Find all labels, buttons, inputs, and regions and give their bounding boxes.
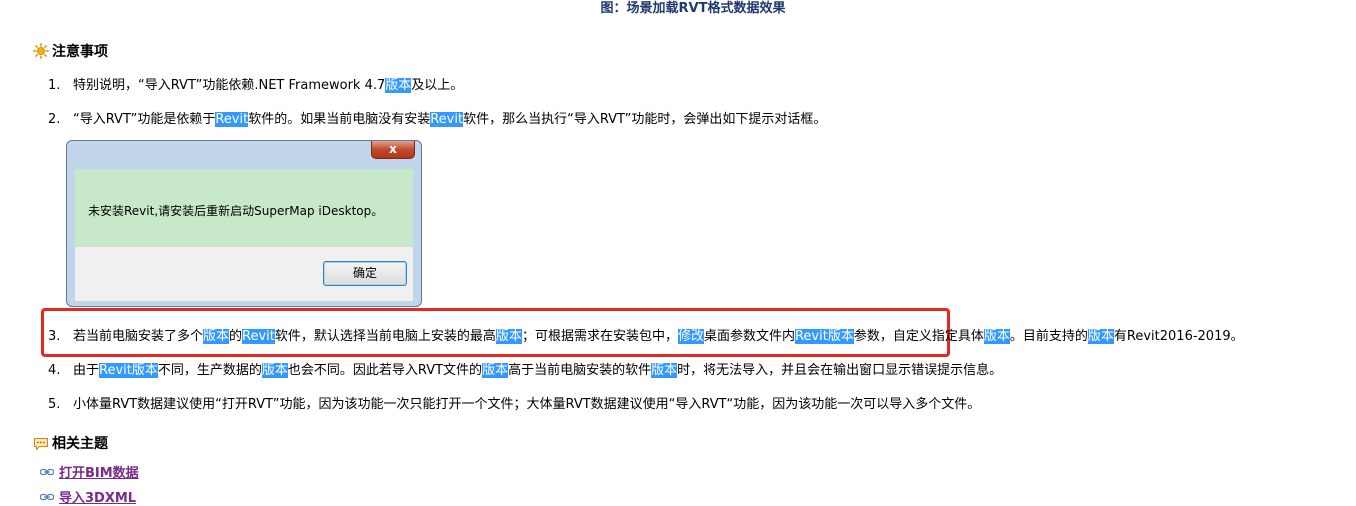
text-run: 有Revit2016-2019。 <box>1113 329 1244 344</box>
search-highlight: Revit <box>430 112 464 127</box>
search-highlight: 版本 <box>651 363 678 378</box>
text-run: 不同，生产数据的 <box>157 363 262 378</box>
text-run: ；可根据需求在安装包中， <box>521 329 678 344</box>
search-highlight: 版本 <box>203 329 230 344</box>
text-run: 软件，默认选择当前电脑上安装的最高 <box>274 329 496 344</box>
link-chain-icon <box>39 491 55 501</box>
text-run: 软件的。如果当前电脑没有安装 <box>248 112 431 127</box>
note-item-text: 由于Revit版本不同，生产数据的版本也会不同。因此若导入RVT文件的版本高于当… <box>73 363 1002 378</box>
notes-heading: 注意事项 <box>33 41 108 61</box>
note-item-text: 若当前电脑安装了多个版本的Revit软件，默认选择当前电脑上安装的最高版本；可根… <box>73 329 1244 344</box>
search-highlight: 版本 <box>1087 329 1114 344</box>
dialog-body: 未安装Revit,请安装后重新启动SuperMap iDesktop。 <box>75 169 413 247</box>
close-icon: x <box>389 142 397 156</box>
note-item-text: “导入RVT”功能是依赖于Revit软件的。如果当前电脑没有安装Revit软件，… <box>73 112 826 127</box>
note-item-number: 4. <box>48 363 61 378</box>
search-highlight: Revit版本 <box>99 363 158 378</box>
notes-heading-label: 注意事项 <box>52 44 108 60</box>
speech-bubble-icon <box>33 435 49 451</box>
text-run: 时，将无法导入，并且会在输出窗口显示错误提示信息。 <box>677 363 1003 378</box>
search-highlight: 版本 <box>385 78 412 93</box>
dialog-footer: 确定 <box>75 247 413 301</box>
dialog-close-button[interactable]: x <box>371 141 415 159</box>
search-highlight: 版本 <box>983 329 1010 344</box>
related-heading: 相关主题 <box>33 433 108 453</box>
dialog-ok-button[interactable]: 确定 <box>323 261 407 286</box>
revit-missing-dialog: x 未安装Revit,请安装后重新启动SuperMap iDesktop。 确定 <box>66 140 422 307</box>
text-run: 软件，那么当执行“导入RVT”功能时，会弹出如下提示对话框。 <box>463 112 827 127</box>
related-link-row-2: 导入3DXML <box>39 487 136 506</box>
related-link-open-bim[interactable]: 打开BIM数据 <box>59 462 139 481</box>
text-run: 小体量RVT数据建议使用“打开RVT”功能，因为该功能一次只能打开一个文件；大体… <box>73 397 981 412</box>
text-run: 也会不同。因此若导入RVT文件的 <box>287 363 483 378</box>
note-item-text: 小体量RVT数据建议使用“打开RVT”功能，因为该功能一次只能打开一个文件；大体… <box>73 397 980 412</box>
related-link-import-3dxml[interactable]: 导入3DXML <box>59 487 136 506</box>
link-chain-icon <box>39 466 55 476</box>
note-item-2: 2. “导入RVT”功能是依赖于Revit软件的。如果当前电脑没有安装Revit软… <box>48 111 826 129</box>
text-run: “导入RVT”功能是依赖于 <box>73 112 216 127</box>
text-run: 。目前支持的 <box>1009 329 1088 344</box>
search-highlight: Revit <box>242 329 275 344</box>
search-highlight: 版本 <box>482 363 509 378</box>
search-highlight: 修改 <box>677 329 704 344</box>
text-run: 桌面参数文件内 <box>703 329 795 344</box>
related-heading-label: 相关主题 <box>52 436 108 452</box>
note-item-number: 3. <box>48 329 61 344</box>
note-item-number: 1. <box>48 78 61 93</box>
search-highlight: 版本 <box>261 363 288 378</box>
figure-caption: 图：场景加载RVT格式数据效果 <box>600 1 786 16</box>
text-run: 参数，自定义指定具体 <box>853 329 984 344</box>
sun-icon <box>33 43 49 59</box>
note-item-4: 4. 由于Revit版本不同，生产数据的版本也会不同。因此若导入RVT文件的版本高… <box>48 362 1002 380</box>
related-link-row-1: 打开BIM数据 <box>39 462 139 481</box>
text-run: 若当前电脑安装了多个 <box>73 329 204 344</box>
dialog-message: 未安装Revit,请安装后重新启动SuperMap iDesktop。 <box>88 204 384 218</box>
note-item-text: 特别说明，“导入RVT”功能依赖.NET Framework 4.7版本及以上。 <box>73 78 463 93</box>
search-highlight: Revit版本 <box>794 329 854 344</box>
text-run: 由于 <box>73 363 100 378</box>
search-highlight: Revit <box>215 112 249 127</box>
note-item-number: 5. <box>48 397 61 412</box>
text-run: 及以上。 <box>411 78 464 93</box>
text-run: 高于当前电脑安装的软件 <box>508 363 652 378</box>
note-item-5: 5. 小体量RVT数据建议使用“打开RVT”功能，因为该功能一次只能打开一个文件；… <box>48 396 980 414</box>
note-item-3: 3. 若当前电脑安装了多个版本的Revit软件，默认选择当前电脑上安装的最高版本；… <box>48 328 1244 346</box>
note-item-number: 2. <box>48 112 61 127</box>
text-run: 的 <box>229 329 243 344</box>
note-item-1: 1. 特别说明，“导入RVT”功能依赖.NET Framework 4.7版本及以… <box>48 77 463 95</box>
text-run: 特别说明，“导入RVT”功能依赖.NET Framework 4.7 <box>73 78 386 93</box>
search-highlight: 版本 <box>495 329 522 344</box>
